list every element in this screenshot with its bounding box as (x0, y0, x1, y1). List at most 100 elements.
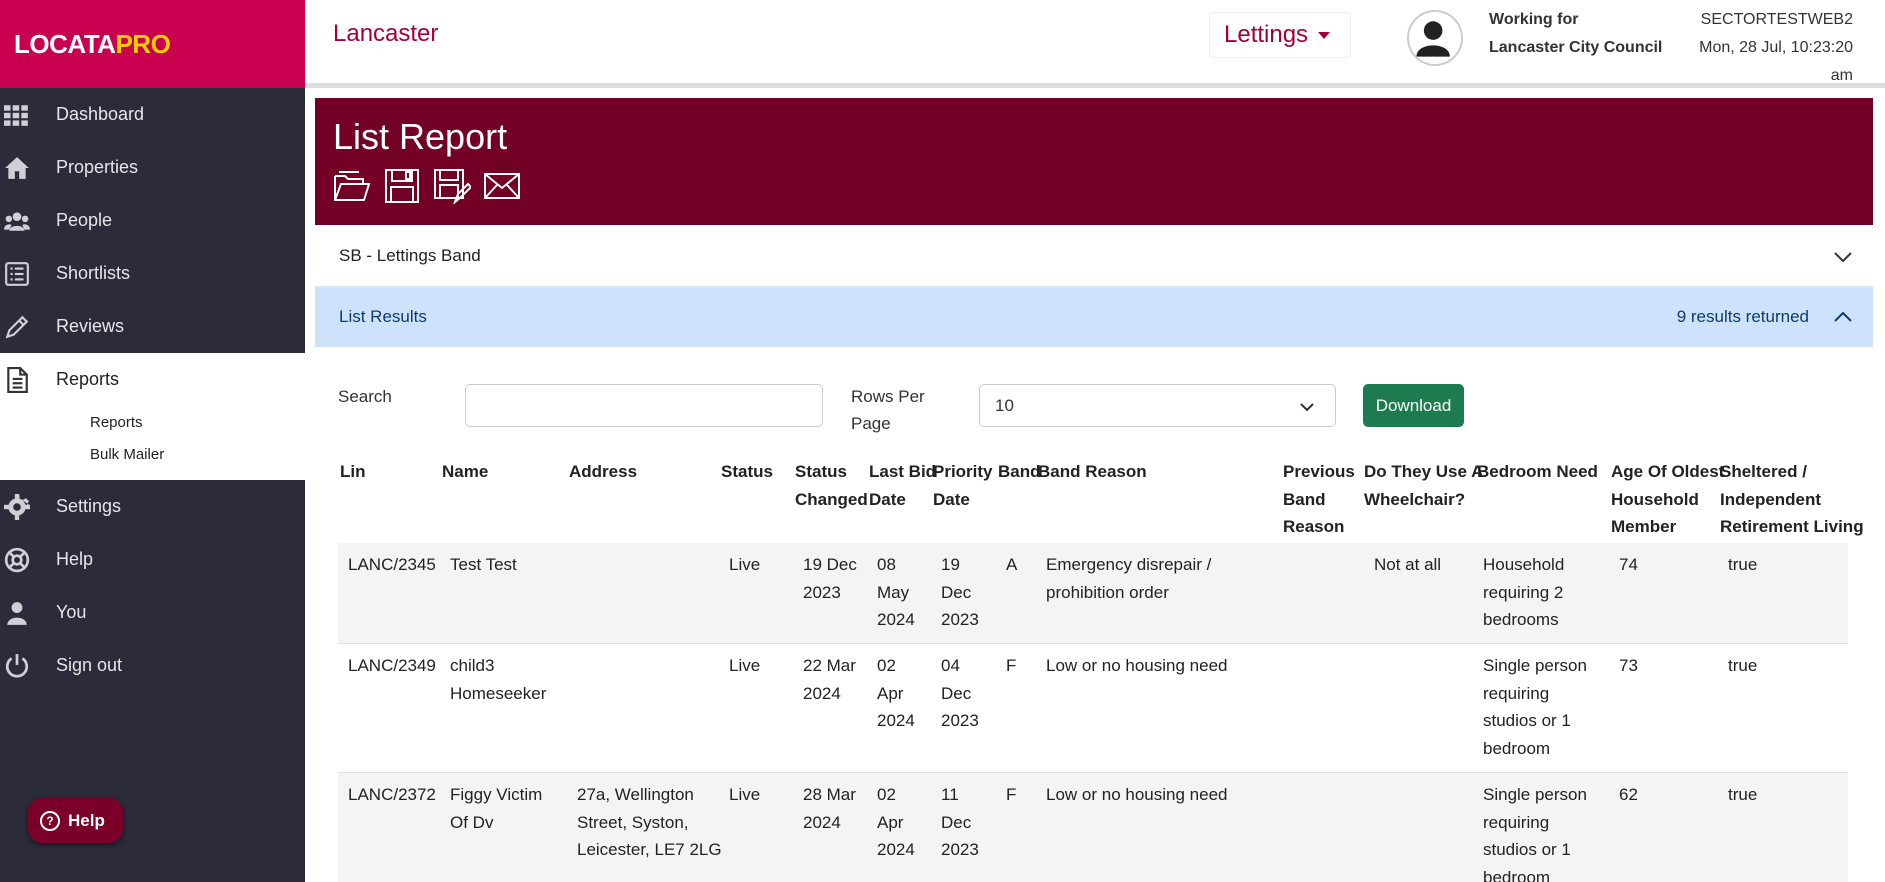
table-cell-band: F (1006, 781, 1016, 809)
section-label: SB - Lettings Band (339, 245, 481, 265)
download-button[interactable]: Download (1363, 384, 1464, 427)
table-cell-wheelchair: Not at all (1374, 551, 1441, 579)
column-header-line: Status (795, 462, 847, 481)
sidebar-item-you[interactable]: You (0, 586, 305, 639)
column-header[interactable]: Address (569, 458, 637, 486)
list-results-section[interactable]: List Results 9 results returned (315, 287, 1873, 347)
rows-per-page-select[interactable]: 10 (979, 384, 1336, 427)
cell-line: 2023 (941, 840, 979, 859)
column-header-line: Band Reason (1038, 462, 1147, 481)
column-header[interactable]: Last Bid Date (869, 458, 936, 513)
sidebar-item-sign-out[interactable]: Sign out (0, 639, 305, 692)
table-row[interactable]: LANC/2345 Test Test Live 19 Dec 2023 08 May 202… (338, 543, 1848, 644)
cell-line: May (877, 582, 910, 602)
cell-line: bedroom (1483, 867, 1551, 882)
cell-line: Low or no housing need (1046, 656, 1228, 675)
search-label: Search (338, 387, 392, 406)
column-header[interactable]: Priority Date (933, 458, 993, 513)
email-icon[interactable] (483, 168, 521, 204)
open-folder-icon[interactable] (333, 168, 371, 204)
table-cell-lin: LANC/2349 (348, 652, 436, 680)
module-dropdown-label: Lettings (1224, 21, 1309, 48)
sidebar-item-dashboard[interactable]: Dashboard (0, 88, 305, 141)
cell-line: 62 (1619, 785, 1638, 804)
module-dropdown[interactable]: Lettings (1209, 12, 1351, 58)
sidebar-item-reports[interactable]: Reports (0, 353, 305, 406)
column-header[interactable]: Band (998, 458, 1041, 486)
cell-line: Household (1483, 555, 1565, 574)
session-info: SECTORTESTWEB2 Mon, 28 Jul, 10:23:20 am (1699, 6, 1853, 90)
sidebar-item-label: Sign out (56, 655, 123, 675)
table-row[interactable]: LANC/2349 child3 Homeseeker Live 22 Mar 2024 0… (338, 644, 1848, 773)
cell-line: 19 Dec (803, 555, 857, 574)
save-as-icon[interactable] (433, 168, 471, 204)
table-cell-last-bid: 02 Apr 2024 (877, 652, 915, 735)
column-header[interactable]: Name (442, 458, 488, 486)
cell-line: 2024 (877, 711, 915, 730)
cell-line: Figgy Victim (450, 785, 543, 804)
column-header[interactable]: Sheltered / Independent Retirement Living (1720, 458, 1864, 541)
avatar[interactable] (1407, 10, 1463, 66)
cell-line: studios or 1 (1483, 711, 1571, 730)
top-header: Lancaster Lettings Working for Lancaster… (305, 0, 1885, 88)
home-icon (5, 156, 29, 179)
subnav-item-bulk-mailer[interactable]: Bulk Mailer (0, 438, 305, 470)
username: SECTORTESTWEB2 (1700, 11, 1853, 28)
chevron-up-icon (1834, 311, 1852, 322)
column-header[interactable]: Do They Use A Wheelchair? (1364, 458, 1483, 513)
sidebar-item-settings[interactable]: Settings (0, 480, 305, 533)
cell-line: 74 (1619, 555, 1638, 574)
column-header[interactable]: Status (721, 458, 773, 486)
cell-line: Live (729, 785, 761, 804)
table-cell-bedroom-need: Single person requiring studios or 1 bedroo… (1483, 652, 1587, 762)
logo[interactable]: LOCATAPRO (0, 0, 305, 88)
column-header[interactable]: Band Reason (1038, 458, 1147, 486)
table-cell-name: child3 Homeseeker (450, 652, 546, 707)
sidebar-item-people[interactable]: People (0, 194, 305, 247)
rows-per-page-value: 10 (995, 395, 1014, 415)
table-cell-bedroom-need: Single person requiring studios or 1 bedroo… (1483, 781, 1587, 882)
lifebuoy-icon (4, 547, 30, 572)
help-floating-button[interactable]: ? Help (28, 798, 123, 843)
column-header-line: Bedroom Need (1477, 462, 1598, 481)
cell-line: 2023 (803, 582, 841, 602)
cell-line: true (1728, 656, 1758, 675)
subnav-item-reports[interactable]: Reports (0, 406, 305, 438)
sidebar-item-help[interactable]: Help (0, 533, 305, 586)
sidebar-item-shortlists[interactable]: Shortlists (0, 247, 305, 300)
table-cell-age-oldest: 62 (1619, 781, 1638, 809)
sidebar-item-label: You (56, 602, 87, 622)
table-row[interactable]: LANC/2372 Figgy Victim Of Dv 27a, Wellingto… (338, 773, 1848, 882)
sidebar-item-reviews[interactable]: Reviews (0, 300, 305, 353)
cell-line: 28 Mar (803, 785, 856, 804)
column-header[interactable]: Previous Band Reason (1283, 458, 1355, 541)
results-label: List Results (339, 307, 427, 326)
search-input[interactable] (465, 384, 823, 427)
document-icon (7, 366, 28, 393)
people-icon (4, 211, 30, 231)
brand-name[interactable]: Lancaster (333, 20, 438, 48)
cell-line: LANC/2349 (348, 656, 436, 675)
column-header[interactable]: Age Of Oldest Household Member (1611, 458, 1724, 541)
cell-line: 02 (877, 656, 896, 675)
cell-line: F (1006, 656, 1017, 675)
column-header-line: Age Of Oldest (1611, 462, 1725, 481)
cell-line: prohibition order (1046, 582, 1169, 602)
sidebar-item-properties[interactable]: Properties (0, 141, 305, 194)
cell-line: 04 (941, 656, 960, 675)
column-header[interactable]: Bedroom Need (1477, 458, 1598, 486)
user-avatar-icon (1416, 21, 1450, 57)
working-for: Working for Lancaster City Council (1489, 6, 1662, 62)
table-cell-status-changed: 19 Dec 2023 (803, 551, 857, 606)
column-header-line: Wheelchair? (1364, 489, 1466, 509)
chevron-down-icon (1300, 403, 1314, 412)
column-header[interactable]: Status Changed (795, 458, 868, 513)
column-header[interactable]: Lin (340, 458, 366, 486)
lettings-band-section[interactable]: SB - Lettings Band (315, 225, 1873, 287)
results-count: 9 results returned (1676, 307, 1809, 326)
cell-line: 2024 (877, 610, 915, 629)
table-cell-band: A (1006, 551, 1017, 579)
table-cell-name: Figgy Victim Of Dv (450, 781, 542, 836)
cell-line: studios or 1 (1483, 840, 1571, 859)
save-icon[interactable] (383, 168, 421, 204)
